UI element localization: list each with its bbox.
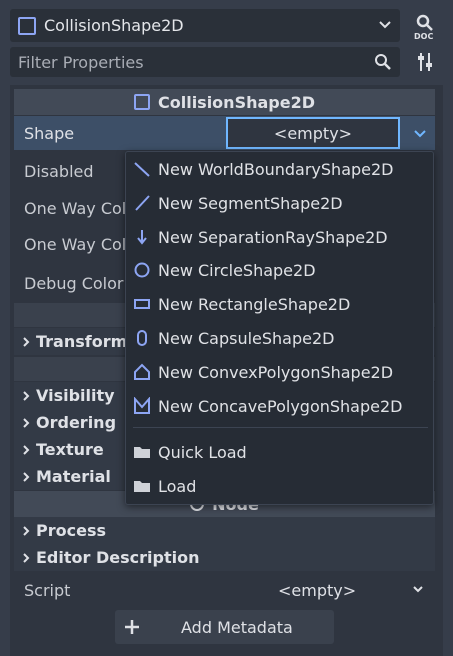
menu-item-capsule[interactable]: New CapsuleShape2D xyxy=(126,321,432,355)
chevron-right-icon xyxy=(20,471,32,483)
menu-item-label: New SeparationRayShape2D xyxy=(158,227,388,247)
doc-icon[interactable]: DOC xyxy=(409,9,441,42)
add-metadata-button[interactable]: Add Metadata xyxy=(115,610,334,644)
menu-item-world-boundary[interactable]: New WorldBoundaryShape2D xyxy=(126,152,432,186)
menu-item-load[interactable]: Load xyxy=(126,469,432,503)
menu-item-label: Load xyxy=(158,476,197,496)
convex-polygon-icon xyxy=(132,363,152,381)
class-section-header: CollisionShape2D xyxy=(14,89,435,115)
tools-icon[interactable] xyxy=(409,47,441,77)
group-label: Process xyxy=(36,521,106,540)
menu-item-quick-load[interactable]: Quick Load xyxy=(126,435,432,469)
chevron-down-icon[interactable] xyxy=(404,117,435,149)
capsule-icon xyxy=(132,329,152,347)
rectangle-icon xyxy=(132,295,152,313)
node-selector[interactable]: CollisionShape2D xyxy=(10,9,400,42)
plus-icon xyxy=(123,618,141,636)
chevron-right-icon xyxy=(20,336,32,348)
group-editor-description[interactable]: Editor Description xyxy=(14,544,435,571)
menu-item-label: New CapsuleShape2D xyxy=(158,328,335,348)
menu-item-label: New RectangleShape2D xyxy=(158,294,351,314)
shape-value-button[interactable]: <empty> xyxy=(226,117,400,149)
menu-item-separation-ray[interactable]: New SeparationRayShape2D xyxy=(126,220,432,254)
group-process[interactable]: Process xyxy=(14,517,435,544)
menu-item-label: New CircleShape2D xyxy=(158,260,316,280)
group-label: Transform xyxy=(36,332,128,351)
shape-value: <empty> xyxy=(273,123,353,143)
concave-polygon-icon xyxy=(132,397,152,415)
collision-shape-icon xyxy=(18,17,36,35)
menu-item-segment[interactable]: New SegmentShape2D xyxy=(126,186,432,220)
node-selector-label: CollisionShape2D xyxy=(44,16,184,35)
group-label: Ordering xyxy=(36,413,117,432)
folder-icon xyxy=(132,478,152,494)
script-property-row[interactable]: Script <empty> xyxy=(14,575,435,605)
search-icon xyxy=(374,53,392,71)
world-boundary-icon xyxy=(132,160,152,178)
menu-item-label: New WorldBoundaryShape2D xyxy=(158,159,394,179)
menu-item-label: New ConcavePolygonShape2D xyxy=(158,396,403,416)
folder-icon xyxy=(132,444,152,460)
one-way-collision-margin-label: One Way Col xyxy=(24,235,127,254)
filter-input[interactable] xyxy=(16,51,350,73)
menu-item-label: Quick Load xyxy=(158,442,247,462)
menu-item-label: New SegmentShape2D xyxy=(158,193,343,213)
disabled-label: Disabled xyxy=(24,162,94,181)
chevron-right-icon xyxy=(20,390,32,402)
shape-label: Shape xyxy=(24,123,75,143)
one-way-collision-label: One Way Col xyxy=(24,199,127,218)
script-value[interactable]: <empty> xyxy=(278,581,356,600)
separation-ray-icon xyxy=(132,228,152,246)
add-metadata-label: Add Metadata xyxy=(181,617,293,637)
chevron-right-icon xyxy=(20,444,32,456)
segment-icon xyxy=(132,194,152,212)
chevron-right-icon xyxy=(20,525,32,537)
class-title: CollisionShape2D xyxy=(157,92,315,112)
menu-separator xyxy=(133,427,428,428)
svg-text:DOC: DOC xyxy=(414,32,433,41)
group-label: Editor Description xyxy=(36,548,200,567)
chevron-right-icon xyxy=(20,417,32,429)
group-label: Texture xyxy=(36,440,104,459)
chevron-down-icon[interactable] xyxy=(376,16,394,34)
menu-item-concave-polygon[interactable]: New ConcavePolygonShape2D xyxy=(126,389,432,423)
filter-properties-field[interactable] xyxy=(10,47,400,77)
menu-item-label: New ConvexPolygonShape2D xyxy=(158,362,394,382)
menu-item-convex-polygon[interactable]: New ConvexPolygonShape2D xyxy=(126,355,432,389)
menu-item-circle[interactable]: New CircleShape2D xyxy=(126,253,432,287)
script-label: Script xyxy=(24,580,71,600)
group-label: Visibility xyxy=(36,386,115,405)
debug-color-label: Debug Color xyxy=(24,274,124,293)
circle-icon xyxy=(132,261,152,279)
chevron-right-icon xyxy=(20,552,32,564)
collision-shape-icon xyxy=(133,94,150,110)
chevron-down-icon[interactable] xyxy=(411,582,425,596)
group-label: Material xyxy=(36,467,111,486)
menu-item-rectangle[interactable]: New RectangleShape2D xyxy=(126,287,432,321)
